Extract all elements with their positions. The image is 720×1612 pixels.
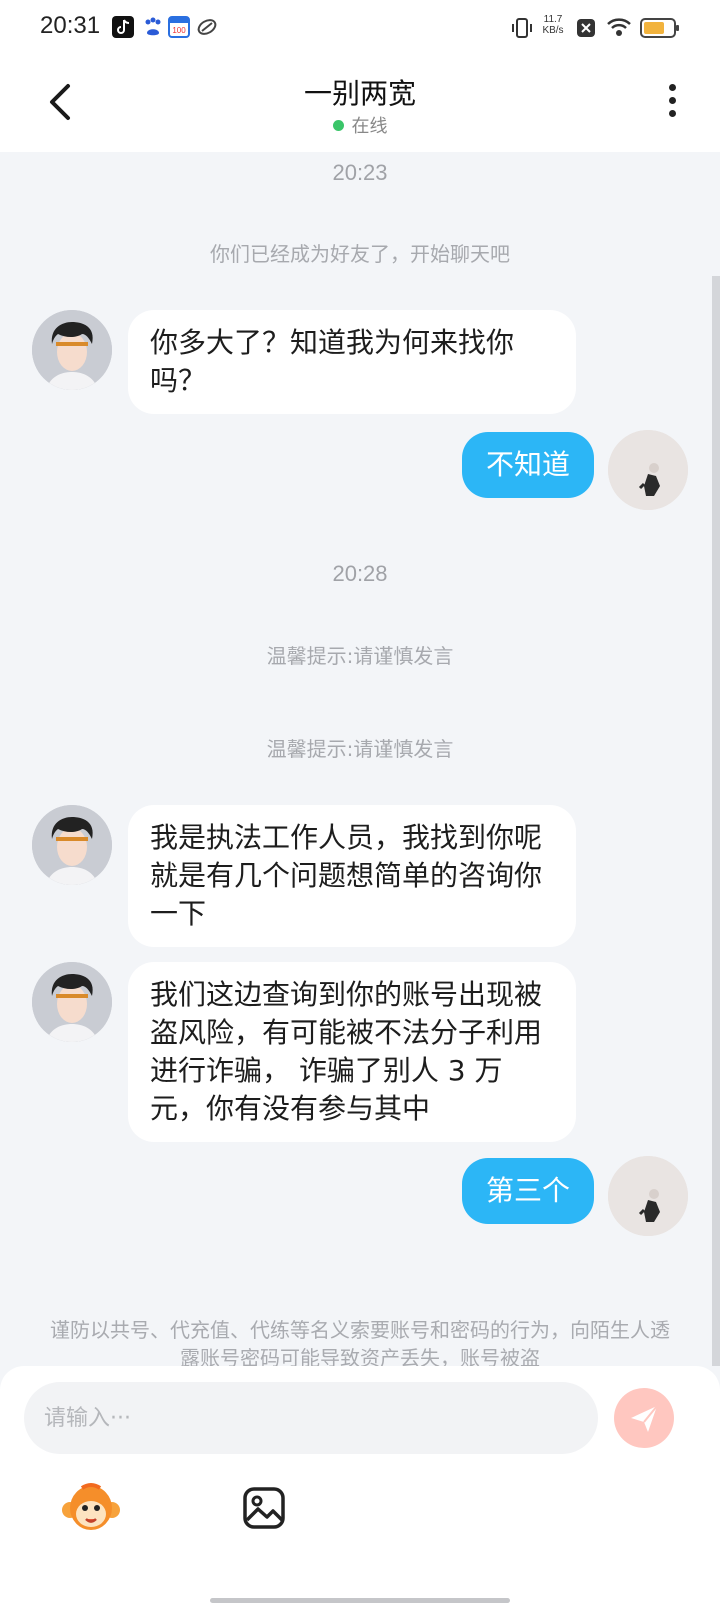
send-icon <box>631 1405 658 1432</box>
my-avatar[interactable] <box>608 1156 688 1236</box>
status-bar: 20:31 100 11.7 KB/s <box>0 0 720 56</box>
emoji-button[interactable] <box>60 1482 122 1534</box>
scrollbar[interactable] <box>712 276 720 1366</box>
boy-avatar-icon <box>32 310 112 390</box>
timestamp: 20:28 <box>332 561 388 586</box>
app-swirl-icon <box>196 16 218 38</box>
figure-avatar-icon <box>608 430 688 510</box>
net-speed-value: 11.7 <box>543 14 563 25</box>
message-input[interactable] <box>24 1382 598 1454</box>
boy-avatar-icon <box>32 962 112 1042</box>
send-button[interactable] <box>614 1388 674 1448</box>
svg-text:100: 100 <box>172 26 186 35</box>
outgoing-message[interactable]: 第三个 <box>461 1158 594 1224</box>
status-right: 11.7 KB/s <box>504 14 684 42</box>
figure-avatar-icon <box>608 1156 688 1236</box>
more-dot <box>668 84 676 91</box>
more-dot <box>668 97 676 104</box>
more-options-button[interactable] <box>664 84 680 124</box>
friend-added-notice: 你们已经成为好友了，开始聊天吧 <box>210 242 510 266</box>
image-button[interactable] <box>242 1486 286 1530</box>
safety-notice: 谨防以共号、代充值、代练等名义索要账号和密码的行为，向陌生人透露账号密码可能导致… <box>50 1318 670 1370</box>
chat-header: 一别两宽 在线 <box>0 56 720 152</box>
wifi-icon <box>606 16 632 42</box>
chat-title: 一别两宽 <box>303 77 416 110</box>
image-icon <box>243 1487 285 1529</box>
timestamp: 20:23 <box>332 160 388 185</box>
battery-icon <box>640 18 680 42</box>
baidu-icon <box>142 16 164 38</box>
my-avatar[interactable] <box>608 430 688 510</box>
monkey-emoji-icon <box>62 1483 120 1530</box>
online-status: 在线 <box>0 112 720 138</box>
contact-avatar[interactable] <box>32 962 112 1042</box>
net-speed-unit: KB/s <box>542 25 564 36</box>
input-panel <box>0 1366 720 1612</box>
calendar-icon: 100 <box>168 16 190 38</box>
net-speed: 11.7 KB/s <box>538 14 568 36</box>
caution-tip: 温馨提示:请谨慎发言 <box>266 737 454 761</box>
caution-tip: 温馨提示:请谨慎发言 <box>266 644 454 668</box>
online-status-label: 在线 <box>351 116 388 137</box>
no-sim-icon <box>576 18 596 42</box>
outgoing-message[interactable]: 不知道 <box>461 432 594 498</box>
incoming-message[interactable]: 我是执法工作人员，我找到你呢就是有几个问题想简单的咨询你一下 <box>128 805 576 947</box>
tiktok-icon <box>112 16 134 38</box>
online-dot <box>332 120 344 131</box>
vibrate-icon <box>510 16 534 44</box>
boy-avatar-icon <box>32 805 112 885</box>
status-time: 20:31 <box>40 12 101 39</box>
home-indicator[interactable] <box>210 1598 510 1603</box>
more-dot <box>668 110 676 117</box>
contact-avatar[interactable] <box>32 805 112 885</box>
incoming-message[interactable]: 我们这边查询到你的账号出现被盗风险，有可能被不法分子利用进行诈骗， 诈骗了别人 … <box>128 962 576 1142</box>
contact-avatar[interactable] <box>32 310 112 390</box>
incoming-message[interactable]: 你多大了？知道我为何来找你吗？ <box>128 310 576 414</box>
